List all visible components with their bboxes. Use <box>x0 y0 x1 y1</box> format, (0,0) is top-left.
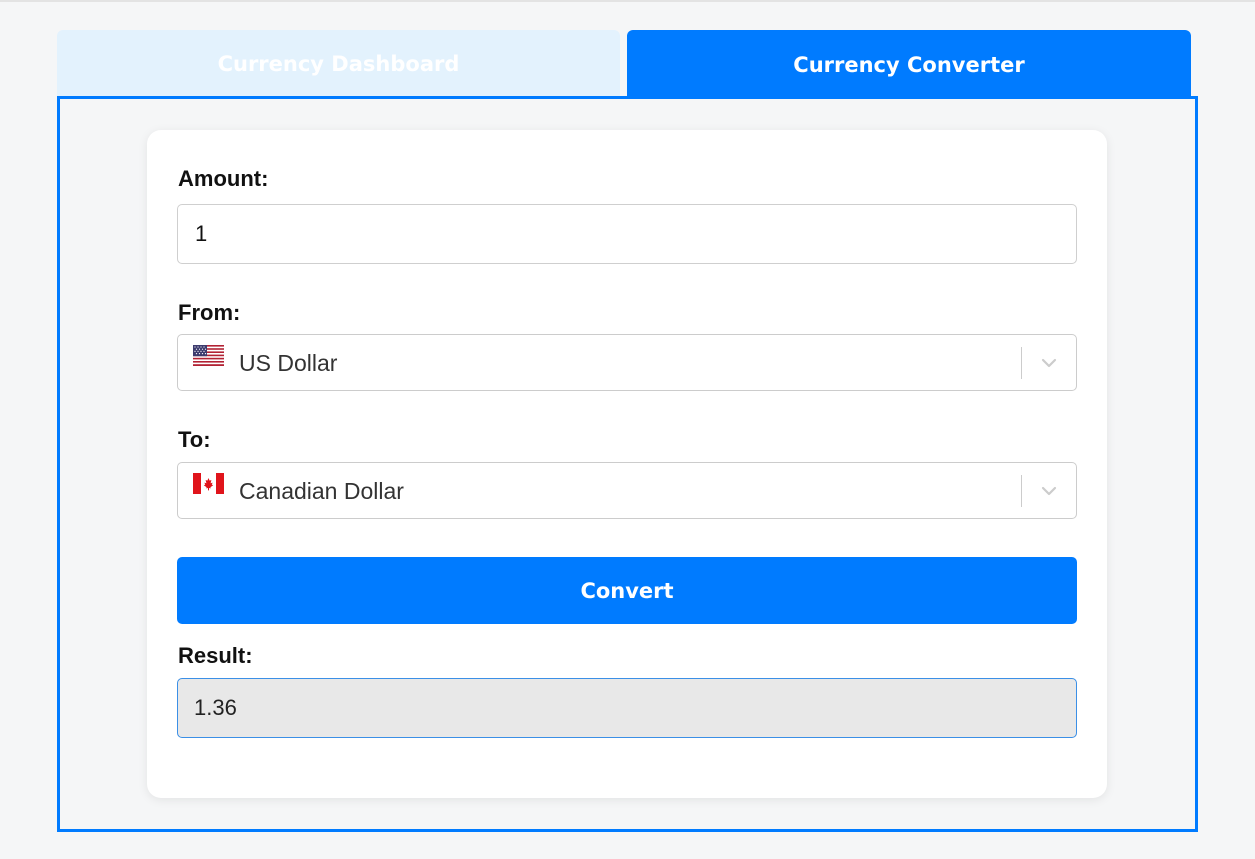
amount-input[interactable] <box>177 204 1077 264</box>
from-label: From: <box>178 300 241 325</box>
to-currency-value: Canadian Dollar <box>239 478 404 504</box>
canada-flag-icon <box>193 473 224 494</box>
tab-currency-converter[interactable]: Currency Converter <box>627 30 1191 100</box>
to-label: To: <box>178 427 211 452</box>
chevron-down-icon[interactable] <box>1038 352 1060 374</box>
convert-button[interactable]: Convert <box>177 557 1077 624</box>
tab-currency-dashboard[interactable]: Currency Dashboard <box>57 30 620 97</box>
tab-bar: Currency Dashboard Currency Converter <box>57 30 1191 100</box>
from-currency-value: US Dollar <box>239 350 338 376</box>
chevron-down-icon[interactable] <box>1038 480 1060 502</box>
to-currency-select[interactable]: Canadian Dollar <box>177 462 1077 519</box>
converter-panel: Amount: From: US Dolla <box>57 96 1198 832</box>
amount-label: Amount: <box>178 166 269 191</box>
top-divider <box>0 0 1255 2</box>
select-separator <box>1021 347 1022 379</box>
result-label: Result: <box>178 643 253 668</box>
from-currency-select[interactable]: US Dollar <box>177 334 1077 391</box>
us-flag-icon <box>193 345 224 366</box>
converter-card: Amount: From: US Dolla <box>147 130 1107 798</box>
select-separator <box>1021 475 1022 507</box>
result-field[interactable] <box>177 678 1077 738</box>
